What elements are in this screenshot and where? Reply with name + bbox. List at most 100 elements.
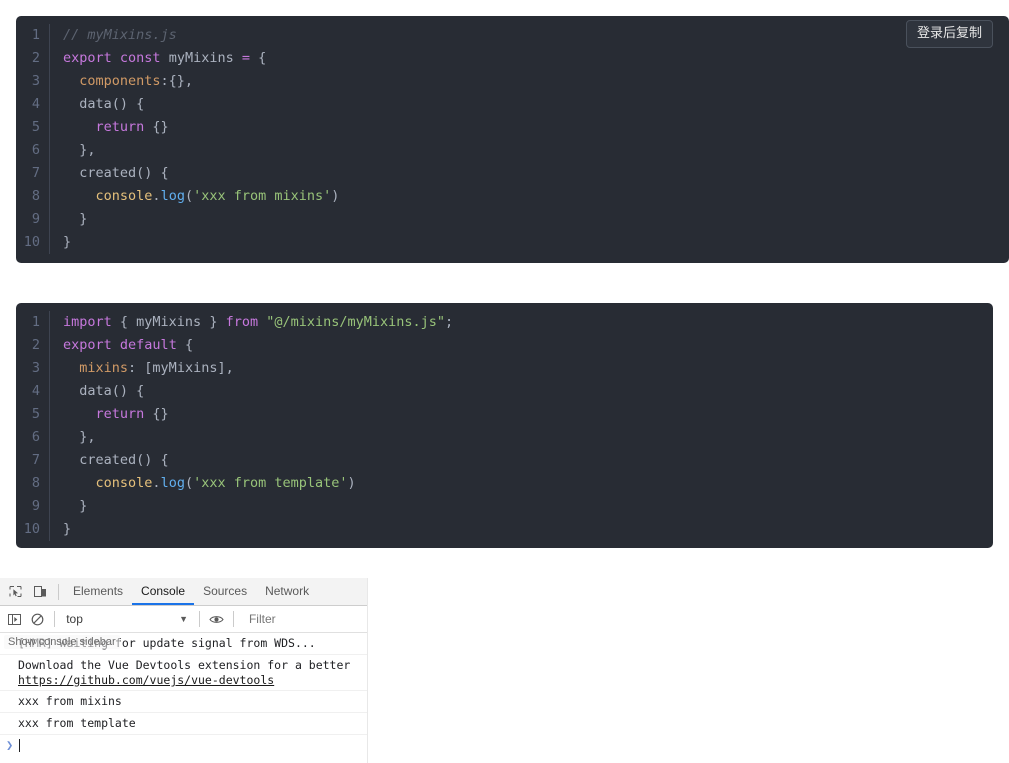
execution-context-select[interactable]: top ▼	[66, 612, 194, 626]
line-number: 8	[31, 475, 40, 491]
execution-context-value: top	[66, 612, 83, 626]
code-line: 2 export default {	[16, 334, 993, 357]
code-token: return	[95, 406, 145, 422]
code-token: export	[63, 50, 112, 66]
code-line: 8 console.log('xxx from template')	[16, 472, 993, 495]
line-number: 4	[31, 383, 40, 399]
console-message-text: xxx from mixins	[18, 694, 122, 708]
code-token: from	[225, 314, 259, 330]
code-line: 1 import { myMixins } from "@/mixins/myMi…	[16, 311, 993, 334]
code-line: 4 data() {	[16, 380, 993, 403]
line-number: 1	[31, 314, 40, 330]
code-block-mixin-definition: 1 // myMixins.js 2 export const myMixins = …	[16, 16, 1009, 263]
code-line: 5 return {}	[16, 116, 1009, 139]
line-number: 10	[23, 521, 40, 537]
console-message: xxx from mixins	[0, 691, 367, 713]
device-toolbar-icon[interactable]	[28, 580, 53, 604]
code-token: :{},	[160, 73, 194, 89]
code-line: 3 mixins: [myMixins],	[16, 357, 993, 380]
console-message: [HMR] Waiting for update signal from WDS…	[0, 633, 367, 655]
tab-sources[interactable]: Sources	[194, 578, 256, 605]
line-content: export default {	[49, 334, 993, 357]
code-lines-container: 1 // myMixins.js 2 export const myMixins = …	[16, 24, 1009, 254]
inspect-element-icon[interactable]	[3, 580, 28, 604]
code-token: import	[63, 314, 112, 330]
line-content: created() {	[49, 162, 1009, 185]
tab-console[interactable]: Console	[132, 578, 195, 605]
tab-elements[interactable]: Elements	[64, 578, 132, 605]
prompt-arrow-icon: ❯	[6, 738, 14, 752]
code-token: },	[63, 429, 96, 445]
console-message: xxx from template	[0, 713, 367, 735]
console-output: [HMR] Waiting for update signal from WDS…	[0, 633, 367, 755]
live-expression-eye-icon[interactable]	[205, 607, 228, 631]
line-number: 2	[31, 50, 40, 66]
line-content: }	[49, 518, 993, 541]
console-message-link[interactable]: https://github.com/vuejs/vue-devtools	[18, 673, 274, 687]
console-message-text: xxx from template	[18, 716, 136, 730]
code-token: export	[63, 337, 112, 353]
toolbar-divider	[233, 611, 234, 627]
code-token: mixins	[79, 360, 129, 376]
line-content: }	[49, 208, 1009, 231]
devtools-panel: Elements Console Sources Network top ▼ F…	[0, 578, 368, 763]
code-token: 'xxx from template'	[193, 475, 348, 491]
code-token: 'xxx from mixins'	[193, 188, 332, 204]
console-sidebar-toggle-icon[interactable]	[3, 607, 26, 631]
toolbar-divider	[54, 611, 56, 627]
line-number: 5	[31, 406, 40, 422]
line-number: 10	[23, 234, 40, 250]
console-toolbar: top ▼	[0, 606, 367, 633]
line-content: export const myMixins = {	[49, 47, 1009, 70]
code-token: }	[63, 234, 72, 250]
line-content: console.log('xxx from mixins')	[49, 185, 1009, 208]
line-content: components:{},	[49, 70, 1009, 93]
code-line: 7 created() {	[16, 162, 1009, 185]
code-token: {	[249, 50, 267, 66]
line-content: },	[49, 139, 1009, 162]
code-token: console	[95, 475, 153, 491]
copy-after-login-button[interactable]: 登录后复制	[905, 20, 993, 48]
toolbar-divider	[198, 611, 200, 627]
line-number: 2	[31, 337, 40, 353]
console-messages-list: [HMR] Waiting for update signal from WDS…	[0, 633, 367, 735]
code-token: {}	[144, 406, 169, 422]
line-content: data() {	[49, 380, 993, 403]
code-token: {	[176, 337, 194, 353]
code-line: 9 }	[16, 208, 1009, 231]
code-token: data() {	[63, 383, 145, 399]
line-content: return {}	[49, 116, 1009, 139]
line-number: 6	[31, 142, 40, 158]
code-token: default	[119, 337, 177, 353]
code-line: 4 data() {	[16, 93, 1009, 116]
code-lines-container: 1 import { myMixins } from "@/mixins/myMi…	[16, 311, 993, 541]
line-number: 5	[31, 119, 40, 135]
code-token: }	[63, 498, 88, 514]
line-content: created() {	[49, 449, 993, 472]
code-token: { myMixins }	[111, 314, 226, 330]
console-message: Download the Vue Devtools extension for …	[0, 655, 367, 691]
line-content: // myMixins.js	[49, 24, 1009, 47]
code-token: : [myMixins],	[128, 360, 234, 376]
line-number: 3	[31, 73, 40, 89]
console-prompt-row[interactable]: ❯	[0, 735, 367, 755]
console-filter-input[interactable]	[246, 611, 367, 627]
code-token: console	[95, 188, 153, 204]
line-number: 8	[31, 188, 40, 204]
code-token: )	[347, 475, 356, 491]
clear-console-icon[interactable]	[26, 607, 49, 631]
line-content: }	[49, 231, 1009, 254]
code-token: components	[79, 73, 161, 89]
code-token: data	[79, 96, 112, 112]
code-token: )	[331, 188, 340, 204]
code-token: },	[63, 142, 96, 158]
code-block-component-usage: 1 import { myMixins } from "@/mixins/myMi…	[16, 303, 993, 548]
tab-network[interactable]: Network	[256, 578, 318, 605]
line-number: 6	[31, 429, 40, 445]
code-token: {}	[144, 119, 169, 135]
